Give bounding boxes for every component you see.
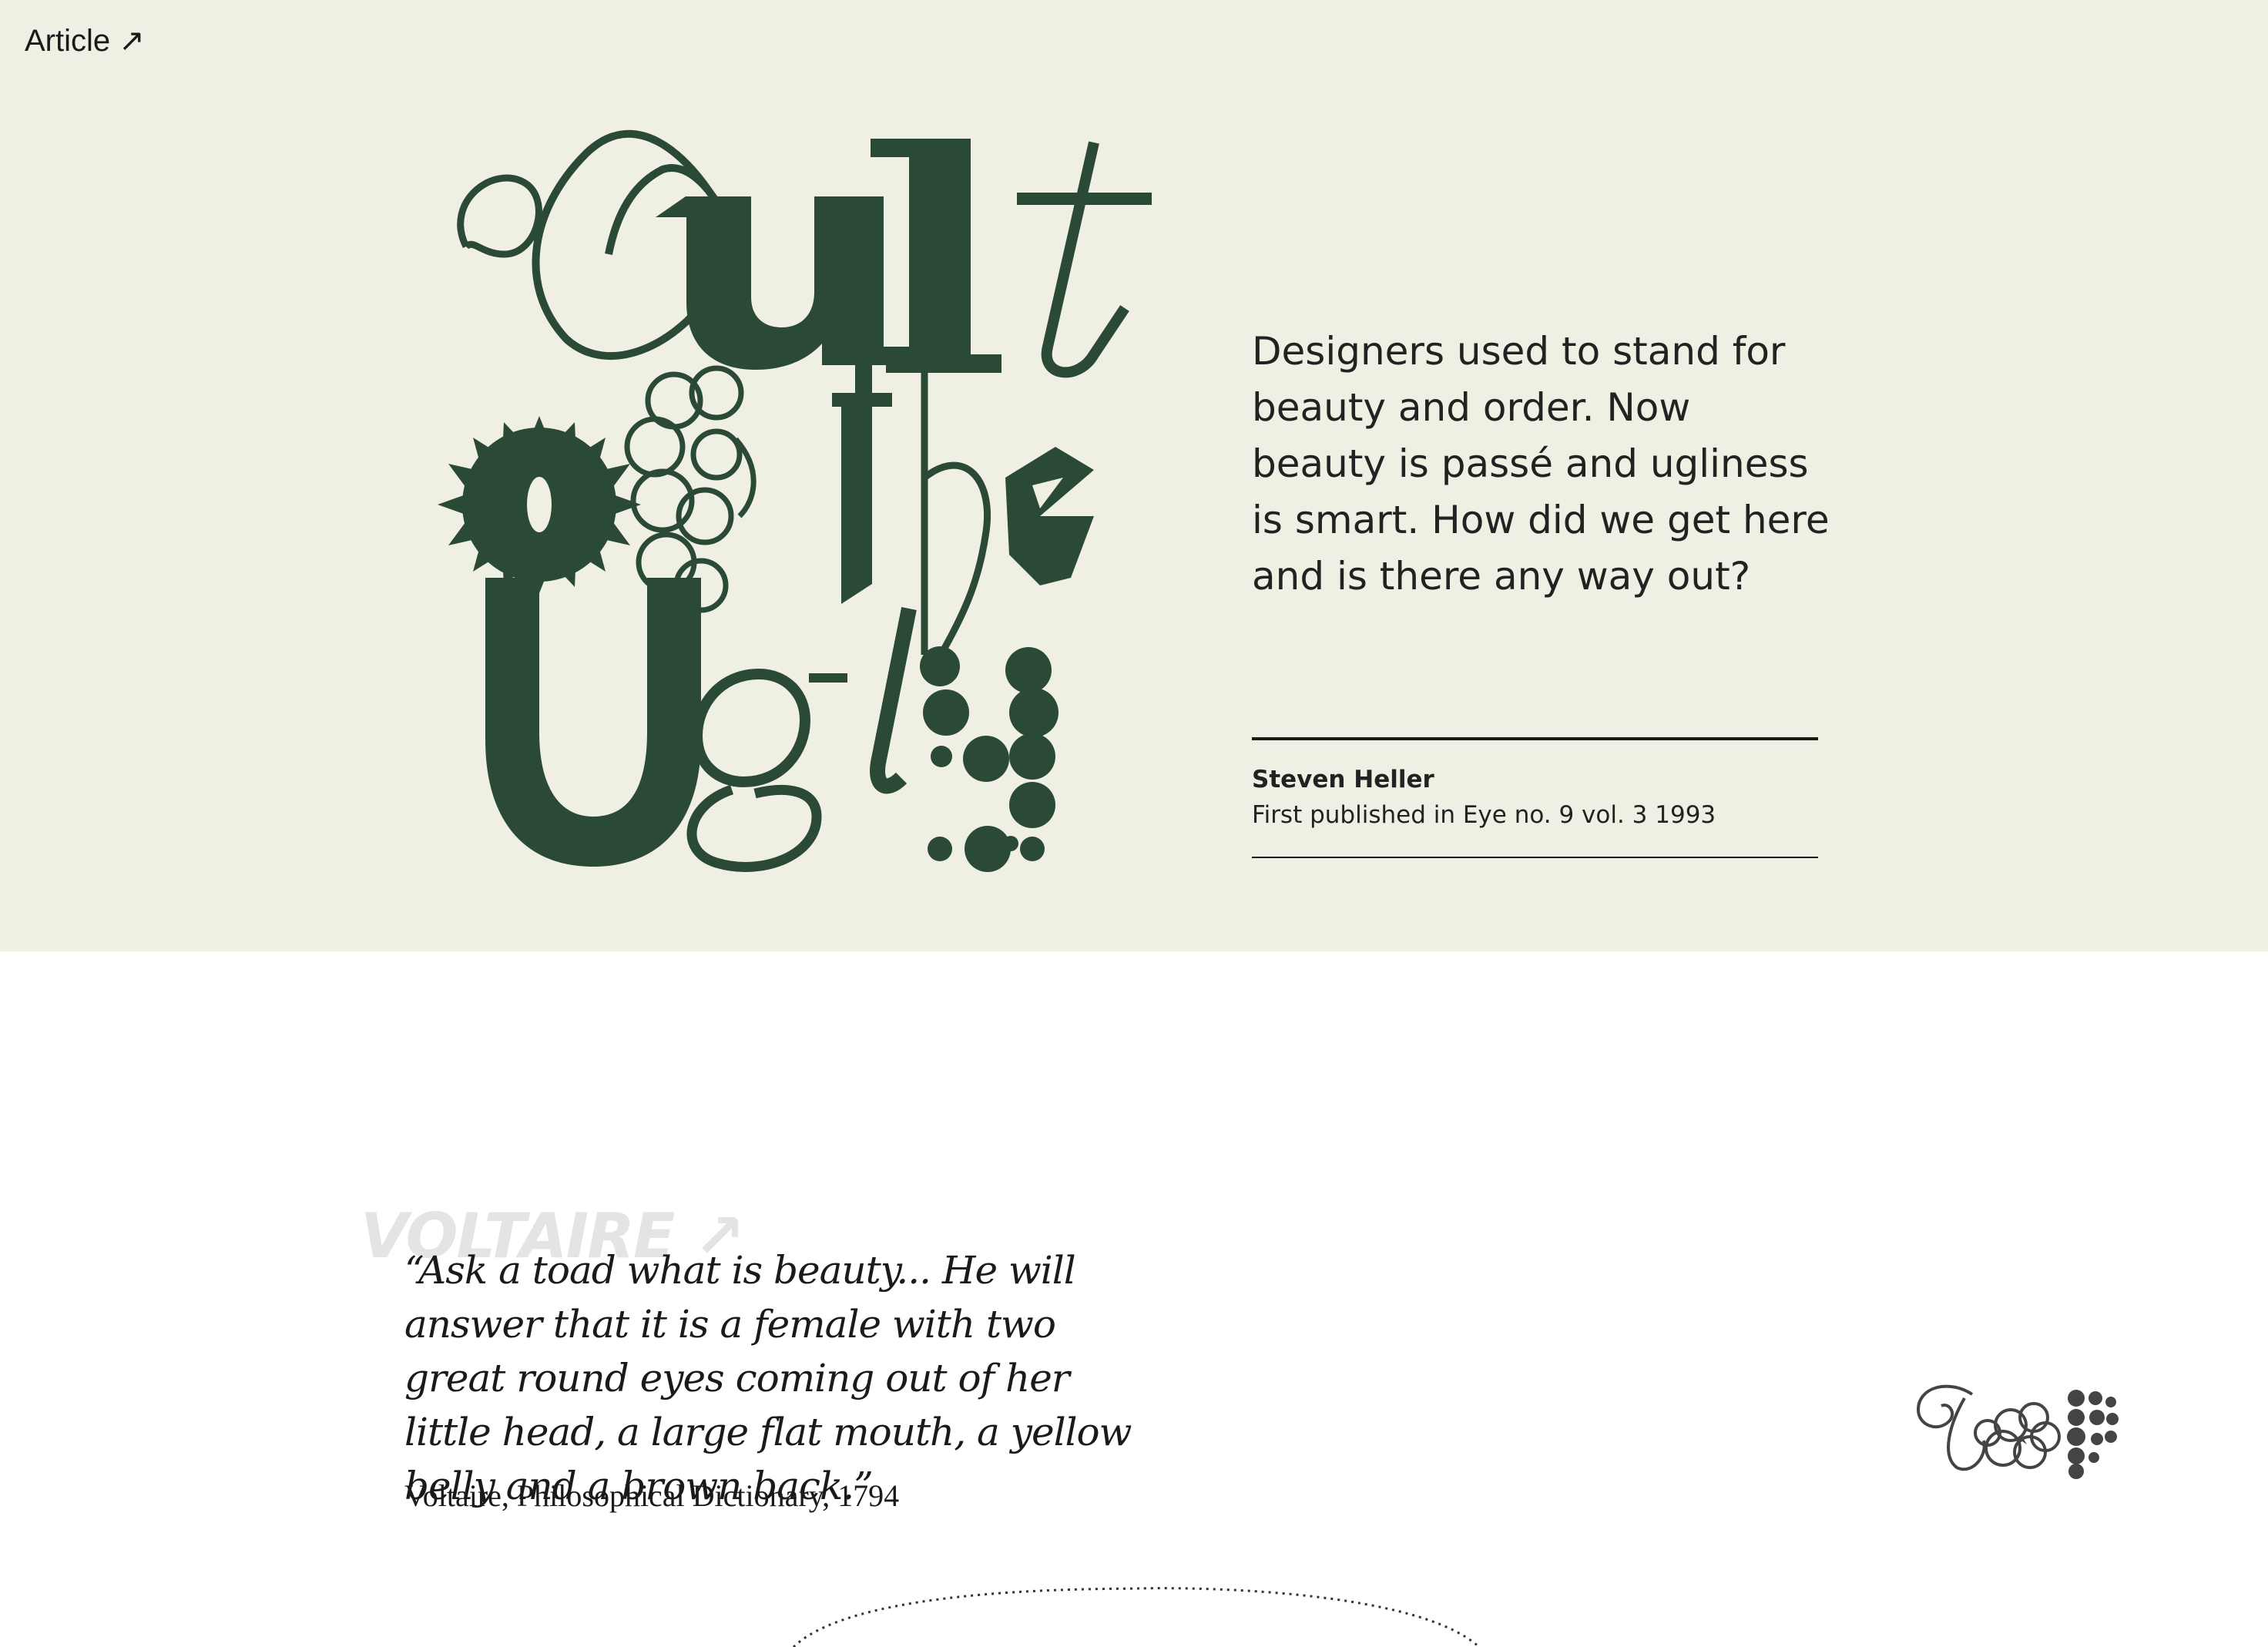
divider-bottom xyxy=(1252,857,1818,858)
divider-top xyxy=(1252,737,1818,740)
quote-source: Voltaire, Philosophical Dictionary, 1794 xyxy=(404,1478,900,1513)
cult-of-the-ugly-title-art xyxy=(438,129,1152,872)
dotted-arc-decoration xyxy=(792,1587,1481,1647)
article-intro: Designers used to stand for beauty and o… xyxy=(1252,329,1830,599)
article-link[interactable]: Article ↗ xyxy=(25,23,145,59)
author-name: Steven Heller xyxy=(1252,766,1434,793)
cult-mini-logo-icon[interactable] xyxy=(1903,1379,2134,1479)
hero-section: Article ↗ Designers used to stand for be… xyxy=(0,0,2268,951)
publication-info: First published in Eye no. 9 vol. 3 1993 xyxy=(1252,801,1716,829)
voltaire-quote: “Ask a toad what is beauty... He will an… xyxy=(404,1248,1132,1508)
